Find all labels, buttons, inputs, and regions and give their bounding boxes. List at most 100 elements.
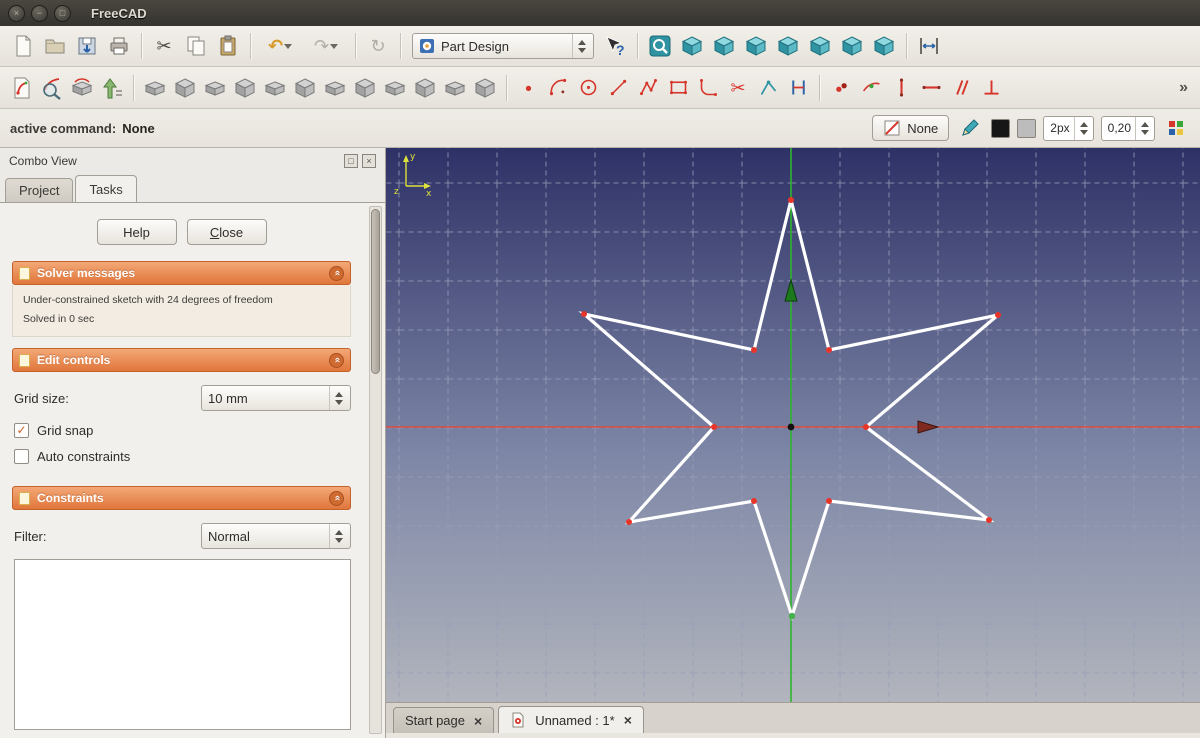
carbon-copy-button[interactable] <box>784 74 812 102</box>
window-minimize-button[interactable]: − <box>31 5 48 22</box>
sketch-fillet-button[interactable] <box>694 74 722 102</box>
front-view-button[interactable] <box>709 31 739 61</box>
create-point-button[interactable] <box>514 74 542 102</box>
print-button[interactable] <box>104 31 134 61</box>
vertical-constraint-button[interactable] <box>887 74 915 102</box>
collapse-button[interactable]: « <box>329 353 344 368</box>
origin-point[interactable] <box>788 424 795 431</box>
tab-unnamed-document[interactable]: Unnamed : 1* × <box>498 706 644 733</box>
tab-tasks[interactable]: Tasks <box>75 175 136 202</box>
chamfer-button[interactable] <box>291 74 319 102</box>
fill-color-swatch[interactable] <box>1017 119 1036 138</box>
edit-mode-button[interactable] <box>956 114 984 142</box>
parallel-constraint-button[interactable] <box>947 74 975 102</box>
line-width-spinner[interactable]: 2px <box>1043 116 1093 141</box>
panel-scrollbar-handle[interactable] <box>371 209 380 374</box>
sketch-canvas[interactable] <box>386 148 1200 702</box>
auto-constraints-checkbox[interactable]: ✓ <box>14 449 29 464</box>
linear-pattern-button[interactable] <box>381 74 409 102</box>
map-sketch-button[interactable] <box>68 74 96 102</box>
save-button[interactable] <box>72 31 102 61</box>
fit-all-button[interactable] <box>645 31 675 61</box>
revolution-button[interactable] <box>201 74 229 102</box>
right-view-button[interactable] <box>773 31 803 61</box>
titlebar[interactable]: × − □ FreeCAD <box>0 0 1200 26</box>
coincident-vertex[interactable] <box>789 613 795 619</box>
edit-sketch-button[interactable] <box>38 74 66 102</box>
axonometric-view-button[interactable] <box>677 31 707 61</box>
bottom-view-button[interactable] <box>837 31 867 61</box>
edit-controls-header[interactable]: Edit controls « <box>12 348 351 372</box>
collapse-button[interactable]: « <box>329 266 344 281</box>
appearance-none-button[interactable]: None <box>872 115 949 141</box>
new-document-button[interactable] <box>8 31 38 61</box>
window-close-button[interactable]: × <box>8 5 25 22</box>
point-size-arrows[interactable] <box>1135 117 1154 140</box>
workbench-spinner[interactable] <box>572 34 591 58</box>
fillet-button[interactable] <box>261 74 289 102</box>
create-line-button[interactable] <box>604 74 632 102</box>
leave-sketch-button[interactable] <box>98 74 126 102</box>
undo-button[interactable]: ↶ <box>258 31 302 61</box>
redo-button[interactable]: ↷ <box>304 31 348 61</box>
pad-button[interactable] <box>141 74 169 102</box>
tab-project[interactable]: Project <box>5 178 73 202</box>
filter-arrows[interactable] <box>329 524 348 548</box>
help-button[interactable]: Help <box>97 219 177 245</box>
panel-scrollbar[interactable] <box>369 206 382 734</box>
rear-view-button[interactable] <box>805 31 835 61</box>
new-sketch-button[interactable] <box>8 74 36 102</box>
line-color-swatch[interactable] <box>991 119 1010 138</box>
paste-button[interactable] <box>213 31 243 61</box>
create-circle-button[interactable] <box>574 74 602 102</box>
grid-size-select[interactable]: 10 mm <box>201 385 351 411</box>
close-tab-icon[interactable]: × <box>474 714 482 728</box>
create-rectangle-button[interactable] <box>664 74 692 102</box>
auto-constraints-row[interactable]: ✓ Auto constraints <box>14 449 351 464</box>
left-view-button[interactable] <box>869 31 899 61</box>
whats-this-button[interactable] <box>600 31 630 61</box>
collapse-button[interactable]: « <box>329 491 344 506</box>
tab-start-page[interactable]: Start page × <box>393 707 494 733</box>
dock-float-button[interactable]: □ <box>344 154 358 168</box>
copy-button[interactable] <box>181 31 211 61</box>
solver-messages-header[interactable]: Solver messages « <box>12 261 351 285</box>
workbench-selector[interactable]: Part Design <box>412 33 594 59</box>
3d-viewport[interactable]: y x z <box>386 148 1200 702</box>
pocket-button[interactable] <box>171 74 199 102</box>
scaled-button[interactable] <box>441 74 469 102</box>
measure-distance-button[interactable] <box>914 31 944 61</box>
refresh-button[interactable]: ↻ <box>363 31 393 61</box>
color-settings-button[interactable] <box>1162 114 1190 142</box>
coincident-constraint-button[interactable] <box>827 74 855 102</box>
draft-button[interactable] <box>321 74 349 102</box>
toolbar-overflow-icon[interactable]: » <box>1175 79 1192 97</box>
constraints-header[interactable]: Constraints « <box>12 486 351 510</box>
polar-pattern-button[interactable] <box>411 74 439 102</box>
constraints-list[interactable] <box>14 559 351 730</box>
external-geometry-button[interactable] <box>754 74 782 102</box>
horizontal-constraint-button[interactable] <box>917 74 945 102</box>
combo-view-titlebar[interactable]: Combo View □ × <box>0 148 385 174</box>
cut-button[interactable]: ✂ <box>149 31 179 61</box>
grid-size-arrows[interactable] <box>329 386 348 410</box>
create-polyline-button[interactable] <box>634 74 662 102</box>
mirrored-button[interactable] <box>351 74 379 102</box>
constraint-filter-select[interactable]: Normal <box>201 523 351 549</box>
dock-close-button[interactable]: × <box>362 154 376 168</box>
trim-edge-button[interactable]: ✂ <box>724 74 752 102</box>
undo-dropdown-caret[interactable] <box>284 44 292 49</box>
point-on-object-button[interactable] <box>857 74 885 102</box>
grid-snap-checkbox[interactable]: ✓ <box>14 423 29 438</box>
multitransform-button[interactable] <box>471 74 499 102</box>
close-button[interactable]: Close <box>187 219 267 245</box>
perpendicular-constraint-button[interactable] <box>977 74 1005 102</box>
window-maximize-button[interactable]: □ <box>54 5 71 22</box>
grid-snap-row[interactable]: ✓ Grid snap <box>14 423 351 438</box>
point-size-spinner[interactable]: 0,20 <box>1101 116 1155 141</box>
redo-dropdown-caret[interactable] <box>330 44 338 49</box>
open-file-button[interactable] <box>40 31 70 61</box>
top-view-button[interactable] <box>741 31 771 61</box>
groove-button[interactable] <box>231 74 259 102</box>
create-arc-button[interactable] <box>544 74 572 102</box>
